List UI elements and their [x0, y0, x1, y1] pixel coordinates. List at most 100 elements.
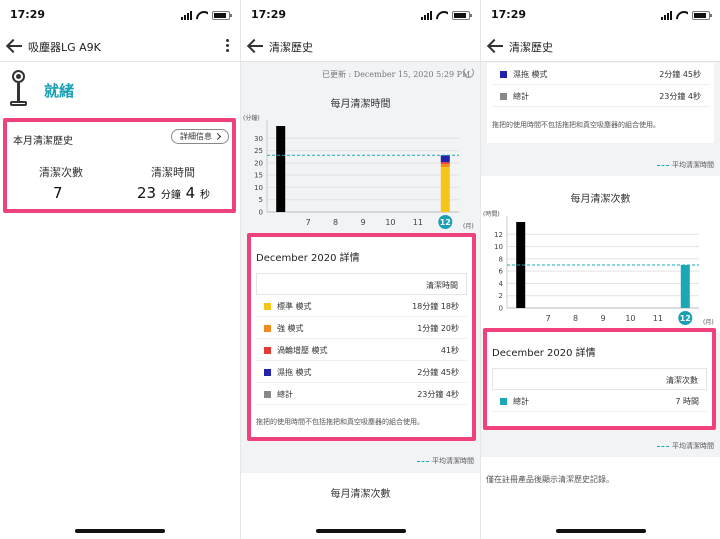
status-icons [181, 10, 232, 20]
detail-table: 濕拖 模式 2分鐘 45秒 總計 23分鐘 4秒 [492, 63, 709, 107]
x-tick-label: 10 [385, 218, 395, 227]
clean-time-value: 23 分鐘 4 秒 [137, 184, 210, 202]
count-swatch [500, 398, 507, 405]
row-name: 總計 [513, 92, 529, 101]
row-name: 總計 [277, 390, 293, 399]
y-tick-label: 25 [254, 147, 263, 155]
status-bar: 17:29 [481, 0, 720, 30]
mop-swatch [500, 71, 507, 78]
table-row: 總計 23分鐘 4秒 [256, 383, 467, 405]
page-title: 清潔歷史 [269, 41, 313, 54]
screen-device-home: 17:29 吸塵器LG A9K 就緒 本月清潔歷史 詳細信息 清潔次數 7 清潔… [0, 0, 240, 539]
row-value: 18分鐘 18秒 [412, 302, 459, 311]
x-tick-label: 8 [333, 218, 338, 227]
detail-column-header: 清潔時間 [256, 273, 467, 295]
row-value: 1分鐘 20秒 [417, 324, 459, 333]
battery-icon [452, 11, 472, 20]
footer-section: 僅在註冊產品後顯示清潔歷史記錄。 [481, 457, 720, 539]
updated-timestamp: 已更新 : December 15, 2020 5:29 PM [322, 70, 471, 79]
device-status-label: 就緒 [44, 82, 75, 100]
row-value: 23分鐘 4秒 [417, 390, 459, 399]
detail-info-button[interactable]: 詳細信息 [171, 129, 229, 144]
battery-icon [212, 11, 232, 20]
row-value: 23分鐘 4秒 [659, 92, 701, 101]
detail-table: 清潔時間 標準 模式 18分鐘 18秒 強 模式 1分鐘 20秒 渦輪增壓 模式… [256, 273, 467, 405]
y-tick-label: 0 [499, 305, 503, 313]
x-axis-label: (月) [703, 319, 714, 326]
x-tick-label: 8 [573, 314, 578, 323]
avg-legend: 平均清潔時間 [417, 456, 474, 466]
vacuum-icon [8, 70, 30, 108]
dashed-line-icon [417, 460, 429, 462]
status-icons [421, 10, 472, 20]
row-value: 2分鐘 45秒 [659, 70, 701, 79]
back-arrow-icon[interactable] [6, 37, 24, 55]
row-name: 濕拖 模式 [513, 70, 548, 79]
detail-title: December 2020 詳情 [492, 348, 596, 359]
y-tick-label: 0 [259, 209, 263, 217]
status-bar: 17:29 [241, 0, 480, 30]
row-value: 41秒 [440, 346, 459, 355]
table-row: 濕拖 模式 2分鐘 45秒 [492, 63, 709, 85]
battery-icon [692, 11, 712, 20]
x-tick-label: 11 [413, 218, 423, 227]
y-tick-label: 8 [499, 255, 503, 263]
total-swatch [500, 93, 507, 100]
row-name: 渦輪增壓 模式 [277, 346, 328, 355]
row-value: 7 時間 [675, 397, 699, 406]
mop-swatch [264, 369, 271, 376]
signal-icon [661, 11, 672, 20]
table-row: 濕拖 模式 2分鐘 45秒 [256, 361, 467, 383]
x-tick-label: 9 [600, 314, 605, 323]
table-row: 渦輪增壓 模式 41秒 [256, 339, 467, 361]
wifi-icon [196, 11, 208, 20]
row-name: 濕拖 模式 [277, 368, 312, 377]
detail-card: December 2020 詳情 清潔次數 總計 7 時間 [483, 328, 716, 430]
signal-icon [181, 11, 192, 20]
clean-count-value: 7 [53, 184, 63, 202]
app-bar: 吸塵器LG A9K [0, 30, 240, 62]
mop-note: 拖把的使用時間不包括拖把和真空吸塵器的組合使用。 [256, 418, 424, 426]
screen-clean-history-scrolled: 17:29 清潔歷史 濕拖 模式 2分鐘 45秒 總計 23分鐘 4秒 拖把的使… [481, 0, 720, 539]
home-indicator [75, 529, 165, 533]
row-name: 標準 模式 [277, 302, 312, 311]
next-chart-title: 每月清潔次數 [330, 489, 391, 500]
y-tick-label: 10 [494, 243, 503, 251]
detail-title: December 2020 詳情 [256, 253, 360, 264]
y-tick-label: 6 [499, 268, 504, 276]
chevron-right-icon [213, 132, 222, 141]
app-bar: 清潔歷史 [481, 30, 720, 62]
x-tick-label: 11 [653, 314, 663, 323]
chart-title: 每月清潔時間 [330, 99, 391, 110]
y-tick-label: 2 [499, 292, 503, 300]
row-name: 總計 [513, 397, 529, 406]
dashed-line-icon [657, 164, 669, 166]
more-options-icon[interactable] [224, 37, 230, 55]
detail-table: 清潔次數 總計 7 時間 [492, 368, 707, 412]
detail-column-header: 清潔次數 [492, 368, 707, 390]
refresh-icon[interactable] [463, 67, 474, 78]
avg-legend-top: 平均清潔時間 [657, 160, 714, 170]
x-tick-label: 9 [360, 218, 365, 227]
status-time: 17:29 [251, 8, 287, 21]
detail-card: December 2020 詳情 清潔時間 標準 模式 18分鐘 18秒 強 模… [247, 233, 476, 441]
y-tick-label: 20 [254, 159, 263, 167]
standard-swatch [264, 303, 271, 310]
monthly-history-title: 本月清潔歷史 [13, 136, 73, 147]
turbo-swatch [264, 347, 271, 354]
bar [680, 265, 690, 308]
back-arrow-icon[interactable] [247, 37, 265, 55]
screen-clean-history: 17:29 清潔歷史 已更新 : December 15, 2020 5:29 … [241, 0, 480, 539]
wifi-icon [436, 11, 448, 20]
signal-icon [421, 11, 432, 20]
chart-title: 每月清潔次數 [570, 194, 631, 205]
y-tick-label: 10 [254, 184, 263, 192]
app-bar: 清潔歷史 [241, 30, 480, 62]
page-title: 清潔歷史 [509, 41, 553, 54]
y-tick-label: 15 [254, 172, 263, 180]
monthly-count-chart: (時間) (月) 0 2 4 6 8 10 12 7 8 9 10 11 12 [483, 210, 714, 326]
home-indicator [555, 529, 646, 533]
back-arrow-icon[interactable] [487, 37, 505, 55]
y-tick-label: 12 [494, 231, 503, 239]
dashed-line-icon [657, 445, 669, 447]
